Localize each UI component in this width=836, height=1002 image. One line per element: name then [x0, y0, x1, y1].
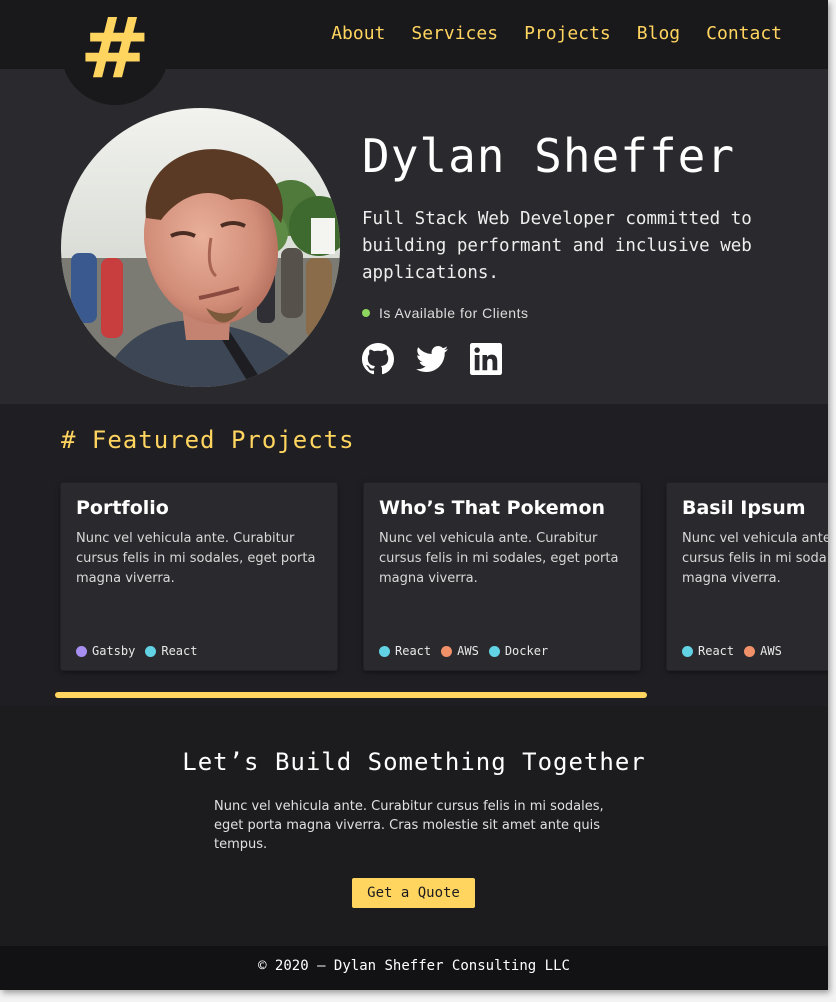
nav-link-about[interactable]: About [331, 22, 385, 46]
nav-link-services[interactable]: Services [411, 22, 498, 46]
footer: © 2020 – Dylan Sheffer Consulting LLC [0, 946, 828, 990]
nav-links: About Services Projects Blog Contact [331, 22, 782, 46]
aws-dot-icon [441, 645, 453, 657]
featured-projects-section: # Featured Projects Portfolio Nunc vel v… [0, 404, 828, 706]
linkedin-link[interactable] [470, 343, 502, 375]
cta-title: Let’s Build Something Together [182, 748, 646, 776]
site: # About Services Projects Blog Contact D… [0, 0, 828, 990]
status-label: Is Available for Clients [379, 305, 529, 321]
twitter-link[interactable] [416, 343, 448, 375]
react-dot-icon [145, 645, 157, 657]
tag-label: Docker [504, 644, 549, 658]
github-icon[interactable] [362, 343, 394, 375]
logo[interactable]: # [61, 0, 169, 105]
tag-react: React [379, 644, 431, 658]
tag-label: AWS [457, 644, 479, 658]
tag-aws: AWS [744, 644, 782, 658]
linkedin-icon[interactable] [470, 343, 502, 375]
gatsby-dot-icon [76, 645, 87, 657]
tag-react: React [145, 644, 197, 658]
project-description: Nunc vel vehicula ante. Curabitur cursus… [76, 531, 316, 586]
cta-text: Nunc vel vehicula ante. Curabitur cursus… [214, 799, 604, 852]
project-description: Nunc vel vehicula ante. Curabitur cursus… [682, 531, 828, 586]
hero-section: Dylan Sheffer Full Stack Web Developer c… [0, 69, 828, 404]
footer-copyright: © 2020 – Dylan Sheffer Consulting LLC [258, 958, 570, 974]
tag-label: AWS [760, 644, 782, 658]
github-link[interactable] [362, 343, 394, 375]
project-tags: Gatsby React [76, 644, 197, 658]
project-card-basil-ipsum[interactable]: Basil Ipsum Nunc vel vehicula ante. Cura… [667, 483, 828, 670]
project-tags: React AWS [682, 644, 782, 658]
hero-bio: Full Stack Web Developer committed to bu… [362, 209, 752, 283]
get-a-quote-button[interactable]: Get a Quote [352, 878, 475, 908]
tag-label: React [698, 644, 735, 658]
docker-dot-icon [488, 645, 500, 657]
react-dot-icon [682, 645, 693, 657]
tag-label: React [161, 644, 198, 658]
top-nav: # About Services Projects Blog Contact [0, 0, 828, 105]
project-title[interactable]: Who’s That Pokemon [379, 497, 605, 519]
status-dot-icon [362, 309, 370, 317]
featured-projects-title: # Featured Projects [61, 426, 355, 454]
profile-photo [61, 108, 340, 387]
hero-name: Dylan Sheffer [362, 129, 736, 183]
project-tags: React AWS Docker [379, 644, 548, 658]
projects-scrollbar[interactable] [55, 692, 647, 698]
avatar [61, 108, 340, 387]
project-description: Nunc vel vehicula ante. Curabitur cursus… [379, 531, 619, 586]
hash-logo-icon[interactable]: # [61, 3, 169, 93]
nav-link-contact[interactable]: Contact [706, 22, 782, 46]
project-title[interactable]: Portfolio [76, 497, 169, 519]
tag-react: React [682, 644, 734, 658]
tag-aws: AWS [441, 644, 479, 658]
project-title[interactable]: Basil Ipsum [682, 497, 806, 519]
cta-section: Let’s Build Something Together Nunc vel … [0, 706, 828, 946]
tag-docker: Docker [488, 644, 549, 658]
nav-link-blog[interactable]: Blog [637, 22, 680, 46]
react-dot-icon [379, 645, 390, 657]
twitter-icon[interactable] [416, 343, 448, 375]
aws-dot-icon [744, 645, 756, 657]
nav-link-projects[interactable]: Projects [524, 22, 611, 46]
project-card-portfolio[interactable]: Portfolio Nunc vel vehicula ante. Curabi… [61, 483, 337, 670]
social-links [362, 343, 502, 375]
tag-label: Gatsby [92, 644, 136, 658]
tag-label: React [395, 644, 432, 658]
tag-gatsby: Gatsby [76, 644, 135, 658]
availability-status: Is Available for Clients [362, 305, 528, 321]
project-card-whos-that-pokemon[interactable]: Who’s That Pokemon Nunc vel vehicula ant… [364, 483, 640, 670]
